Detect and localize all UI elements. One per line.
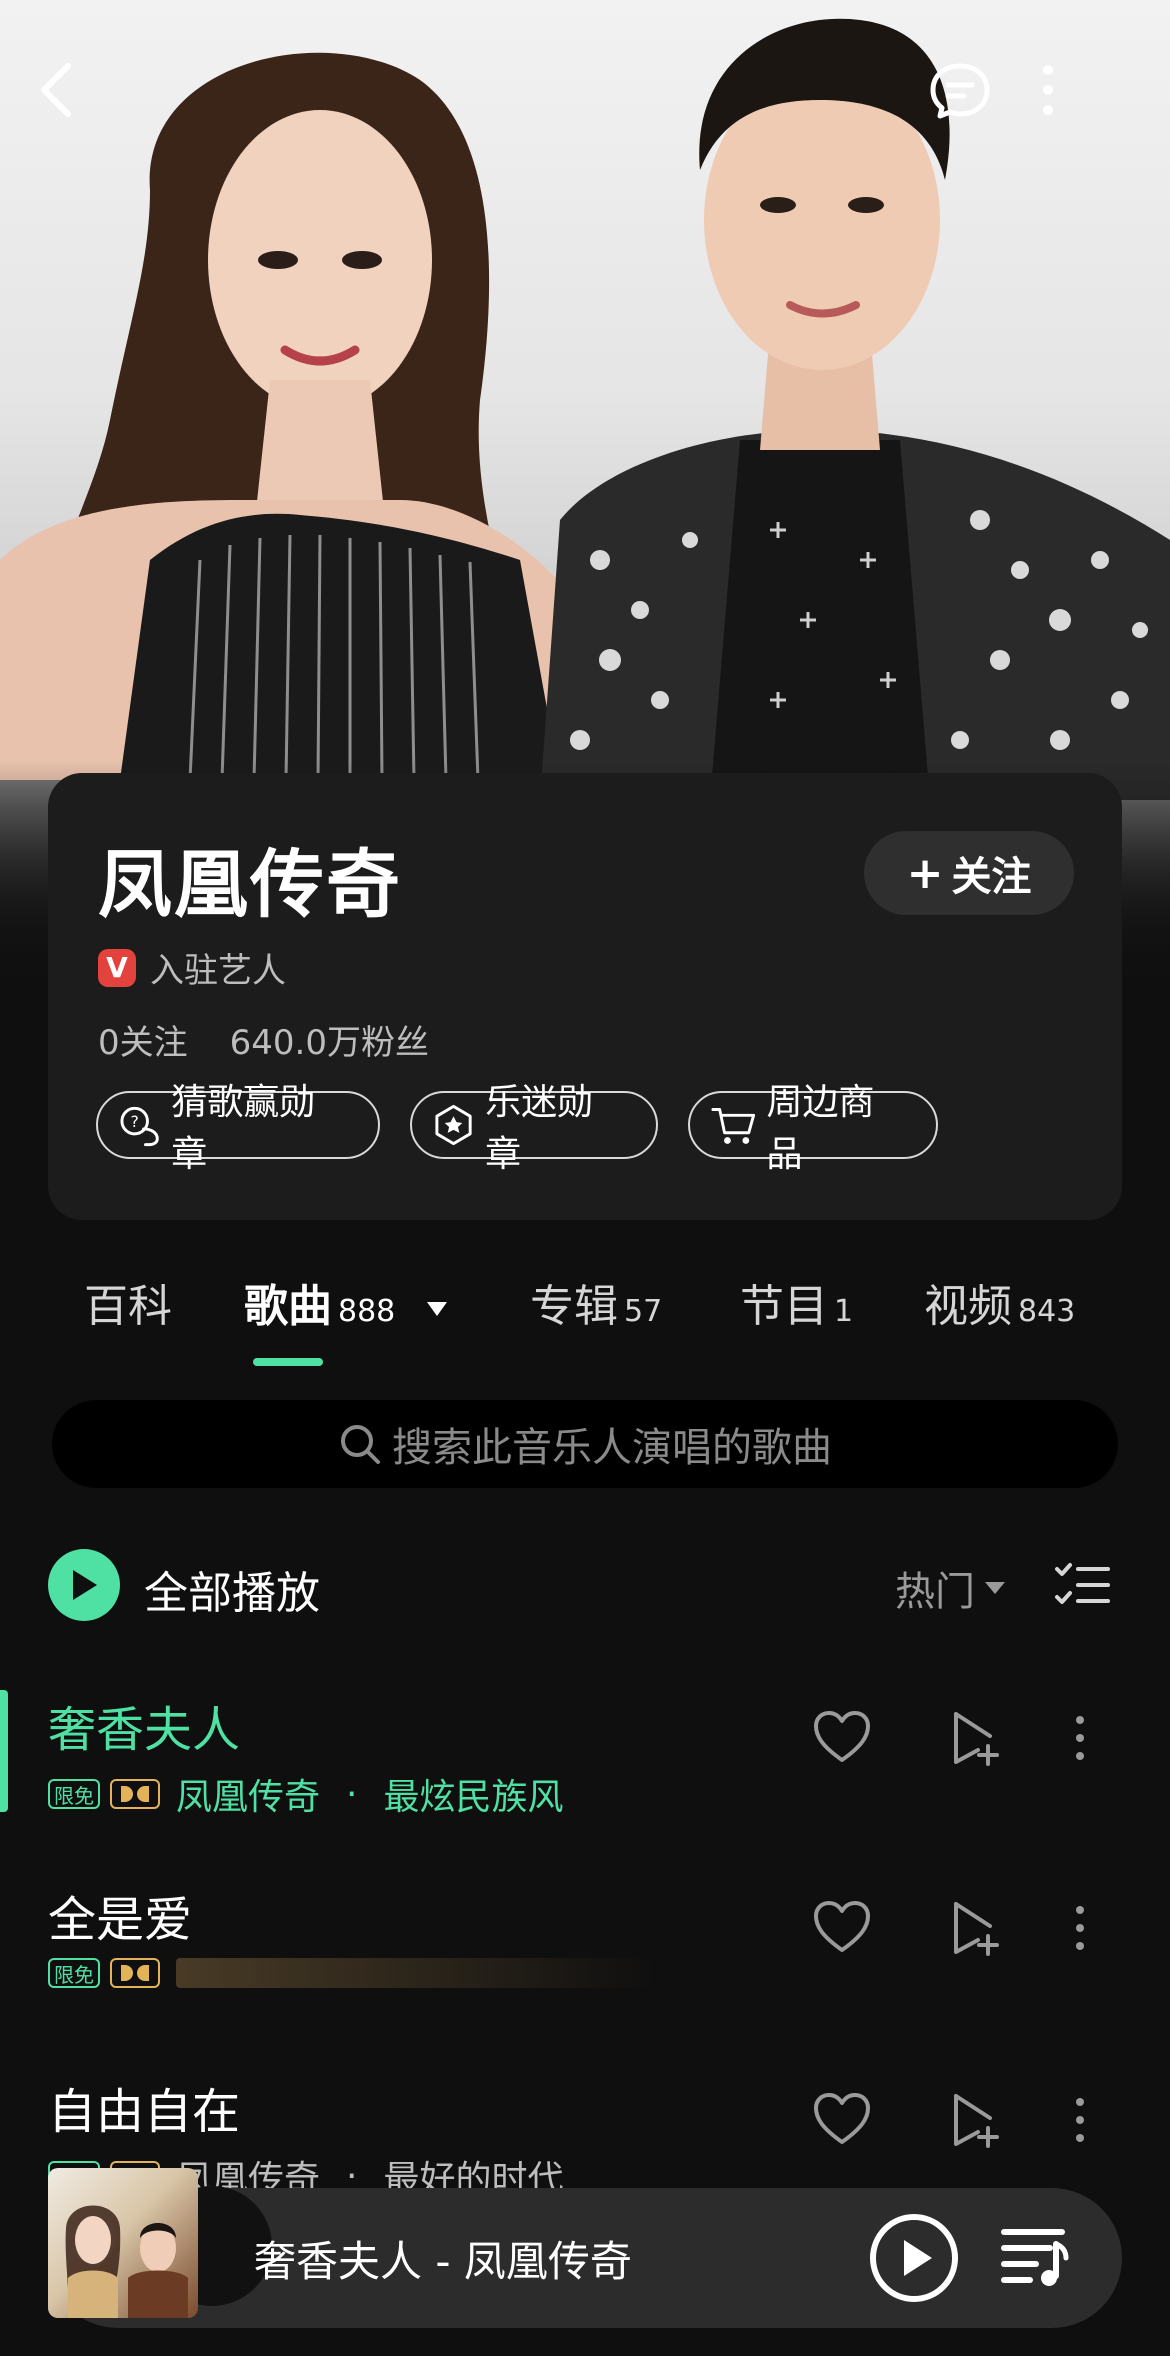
heart-icon — [814, 2093, 870, 2144]
play-icon — [73, 1570, 97, 1600]
now-playing-title[interactable]: 奢香夫人 - 凤凰传奇 — [254, 2228, 632, 2289]
tab-songs-label: 歌曲 — [244, 1281, 332, 1332]
add-to-playlist-button[interactable] — [950, 2092, 1006, 2152]
song-more-button[interactable] — [1070, 2092, 1090, 2152]
tab-albums-label: 专辑 — [530, 1281, 618, 1332]
back-button[interactable] — [36, 60, 106, 130]
follow-button[interactable]: + 关注 — [864, 831, 1074, 915]
sort-dropdown[interactable]: 热门 — [895, 1559, 1005, 1617]
more-vertical-icon — [1076, 1716, 1084, 1760]
free-tag: 限免 — [48, 1779, 100, 1809]
plus-icon: + — [906, 847, 944, 899]
multi-select-button[interactable] — [1054, 1561, 1110, 1613]
tab-programs-label: 节目 — [740, 1281, 828, 1332]
song-artist: 凤凰传奇 — [176, 1777, 321, 1818]
song-meta: 限免 凤凰传奇 · 最炫民族风 — [48, 1768, 563, 1820]
song-search-input[interactable]: 搜索此音乐人演唱的歌曲 — [52, 1400, 1118, 1488]
tab-wiki-label: 百科 — [84, 1281, 172, 1332]
heart-icon — [814, 1711, 870, 1762]
song-more-button[interactable] — [1070, 1710, 1090, 1770]
artist-info-card: 凤凰传奇 + 关注 V 入驻艺人 0关注 640.0万粉丝 ? 猜歌赢勋章 乐迷… — [48, 773, 1122, 1220]
fan-badge-icon — [435, 1104, 472, 1146]
more-vertical-icon — [1076, 1906, 1084, 1950]
song-title: 自由自在 — [48, 2084, 241, 2140]
song-row[interactable]: 全是爱 限免 — [0, 1870, 1170, 2020]
svg-text:?: ? — [131, 1112, 139, 1131]
add-to-playlist-icon — [954, 1902, 999, 1956]
chevron-left-icon — [41, 63, 71, 117]
guess-song-badge-label: 猜歌赢勋章 — [171, 1082, 316, 1175]
add-to-playlist-icon — [954, 2094, 999, 2148]
free-tag: 限免 — [48, 1958, 100, 1988]
merchandise-button[interactable]: 周边商品 — [688, 1082, 938, 1175]
play-all-label[interactable]: 全部播放 — [144, 1557, 320, 1621]
sort-label: 热门 — [895, 1569, 975, 1615]
add-to-playlist-button[interactable] — [950, 1710, 1006, 1770]
multi-select-icon — [1055, 1563, 1110, 1604]
guess-song-icon: ? — [120, 1106, 159, 1147]
tab-songs[interactable]: 歌曲 888 — [244, 1270, 449, 1334]
search-icon — [341, 1425, 380, 1464]
play-circle-icon — [870, 2214, 958, 2302]
song-title: 全是爱 — [48, 1892, 193, 1948]
caret-down-icon — [426, 1302, 447, 1316]
tab-programs-count: 1 — [834, 1294, 854, 1329]
loading-meta-placeholder — [176, 1958, 656, 1988]
tab-videos[interactable]: 视频 843 — [924, 1270, 1075, 1334]
verified-label: 入驻艺人 — [150, 951, 286, 991]
tab-videos-label: 视频 — [924, 1281, 1012, 1332]
playlist-queue-icon — [1001, 2229, 1069, 2286]
more-vertical-icon — [1043, 65, 1053, 115]
search-placeholder: 搜索此音乐人演唱的歌曲 — [392, 1425, 832, 1471]
playlist-queue-button[interactable] — [1000, 2224, 1070, 2294]
song-title: 奢香夫人 — [48, 1702, 241, 1758]
more-vertical-icon — [1076, 2098, 1084, 2142]
message-icon — [930, 63, 990, 119]
sort-caret-icon — [985, 1582, 1005, 1594]
follow-button-label: 关注 — [951, 854, 1032, 900]
song-more-button[interactable] — [1070, 1900, 1090, 1960]
play-all-button[interactable] — [48, 1549, 120, 1621]
album-cover-art — [65, 2205, 188, 2318]
tab-programs[interactable]: 节目 1 — [740, 1270, 853, 1334]
album-cover[interactable] — [48, 2168, 198, 2318]
fan-badge-label: 乐迷勋章 — [485, 1082, 594, 1175]
more-button[interactable] — [1038, 60, 1108, 130]
merchandise-label: 周边商品 — [766, 1082, 875, 1175]
message-button[interactable] — [928, 60, 998, 130]
song-meta: 限免 — [48, 1958, 656, 1988]
artist-stats: 0关注 640.0万粉丝 — [98, 1015, 429, 1064]
verified-v-icon: V — [98, 948, 136, 987]
player-play-button[interactable] — [866, 2210, 962, 2310]
add-to-playlist-button[interactable] — [950, 1900, 1006, 1960]
separator-dot: · — [346, 1773, 358, 1815]
song-album: 最炫民族风 — [383, 1777, 564, 1818]
like-button[interactable] — [812, 1710, 872, 1768]
active-tab-indicator — [253, 1358, 323, 1366]
following-count[interactable]: 0关注 — [98, 1015, 188, 1064]
like-button[interactable] — [812, 1900, 872, 1958]
fans-count[interactable]: 640.0万粉丝 — [230, 1015, 429, 1064]
verified-artist-badge: V 入驻艺人 — [98, 943, 286, 992]
artist-name: 凤凰传奇 — [98, 842, 402, 928]
dolby-icon — [110, 1958, 160, 1988]
tab-albums-count: 57 — [624, 1294, 663, 1329]
like-button[interactable] — [812, 2092, 872, 2150]
tab-videos-count: 843 — [1018, 1294, 1076, 1329]
mini-player[interactable]: 奢香夫人 - 凤凰传奇 — [48, 2168, 1122, 2328]
fan-badge-button[interactable]: 乐迷勋章 — [410, 1082, 658, 1175]
now-playing-indicator — [0, 1690, 8, 1812]
tab-wiki[interactable]: 百科 — [84, 1270, 172, 1334]
badge-pills: ? 猜歌赢勋章 乐迷勋章 周边商品 — [96, 1082, 968, 1175]
song-list-header: 全部播放 热门 — [0, 1545, 1170, 1625]
dolby-icon — [110, 1779, 160, 1809]
guess-song-badge-button[interactable]: ? 猜歌赢勋章 — [96, 1082, 380, 1175]
artist-tabs: 百科 歌曲 888 专辑 57 节目 1 视频 843 — [0, 1270, 1170, 1360]
heart-icon — [814, 1901, 870, 1952]
tab-albums[interactable]: 专辑 57 — [530, 1270, 662, 1334]
cart-icon — [711, 1108, 756, 1144]
add-to-playlist-icon — [954, 1712, 999, 1766]
tab-songs-count: 888 — [338, 1294, 396, 1329]
song-row[interactable]: 奢香夫人 限免 凤凰传奇 · 最炫民族风 — [0, 1680, 1170, 1830]
